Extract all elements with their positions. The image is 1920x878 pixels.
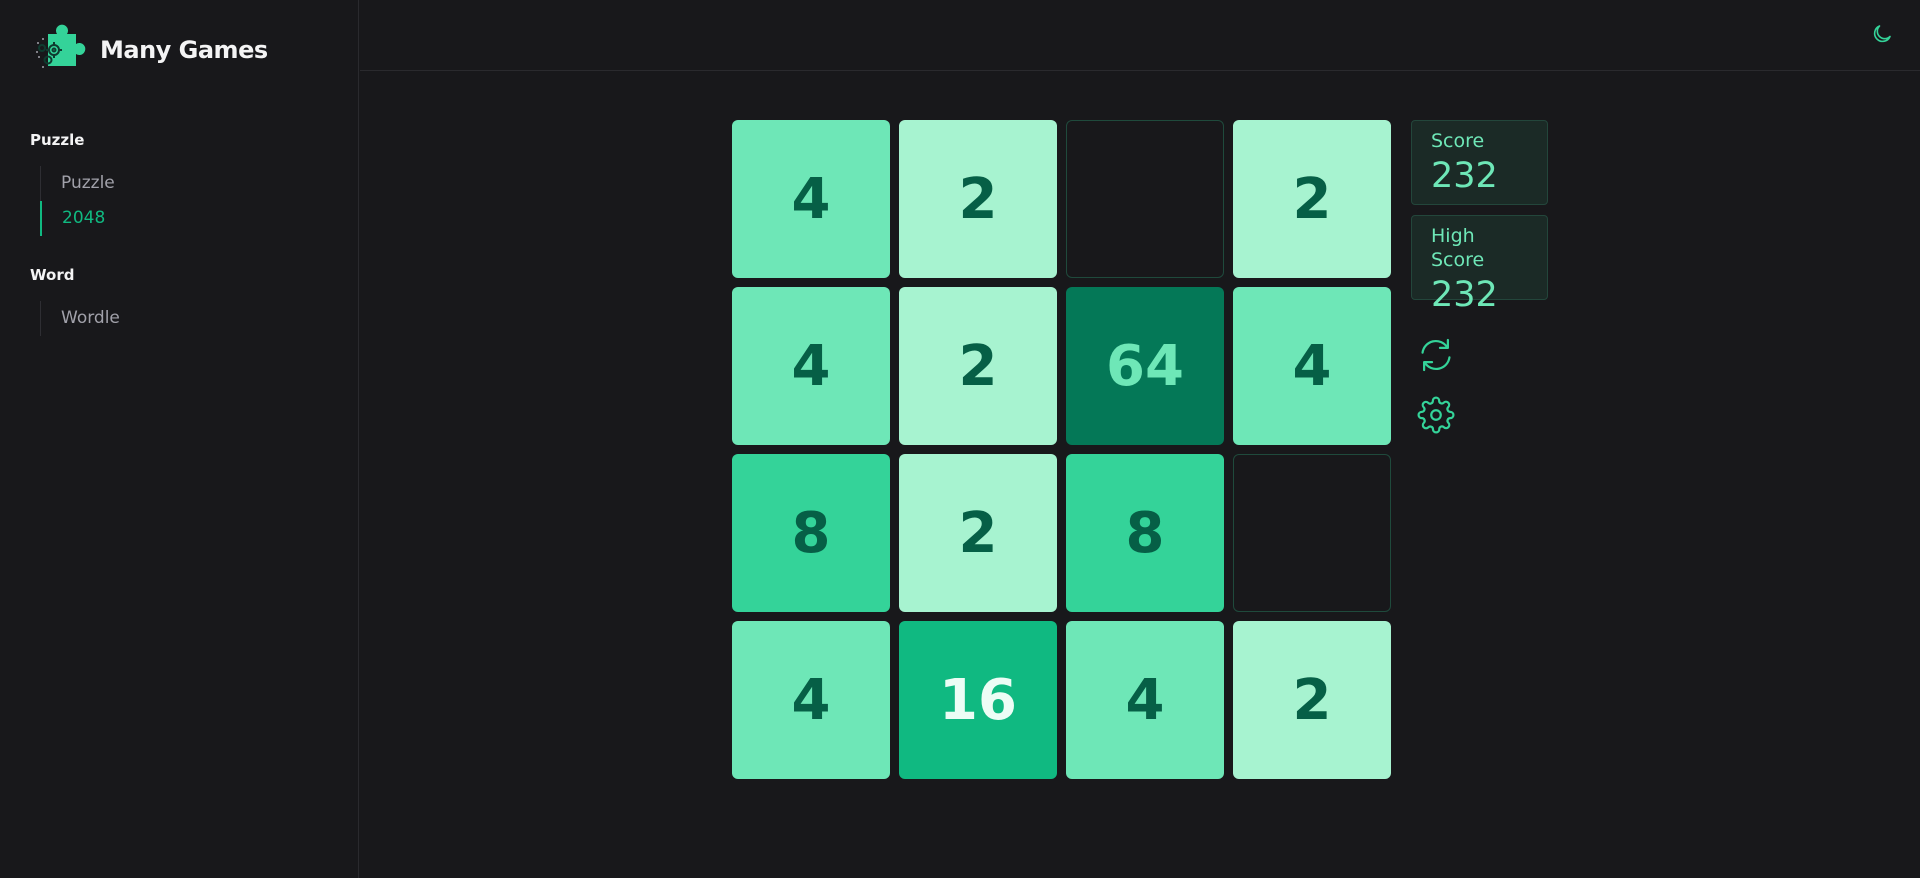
refresh-icon[interactable] (1417, 336, 1455, 374)
score-label: Score (1431, 130, 1485, 152)
tile: 4 (1233, 287, 1391, 445)
brand-title: Many Games (100, 36, 268, 64)
nav-section-word: Word (30, 266, 75, 284)
score-value: 232 (1431, 156, 1498, 196)
tile: 64 (1066, 287, 1224, 445)
high-score-value: 232 (1431, 275, 1498, 315)
nav-list-word: Wordle (40, 301, 120, 336)
tile: 4 (1066, 621, 1224, 779)
gear-icon[interactable] (1417, 396, 1455, 434)
high-score-label: High Score (1431, 225, 1485, 271)
brand[interactable]: Many Games (34, 24, 268, 76)
puzzle-gears-icon (34, 24, 88, 76)
tile: 16 (899, 621, 1057, 779)
nav-list-puzzle: Puzzle 2048 (40, 166, 115, 236)
nav-section-puzzle: Puzzle (30, 131, 85, 149)
tile: 2 (1233, 120, 1391, 278)
empty-cell (1066, 120, 1224, 278)
tile: 4 (732, 621, 890, 779)
high-score-box: High Score 232 (1411, 215, 1548, 315)
sidebar-item-wordle[interactable]: Wordle (40, 301, 120, 336)
tile: 2 (899, 287, 1057, 445)
tile: 4 (732, 287, 890, 445)
tile: 2 (899, 454, 1057, 612)
sidebar-item-puzzle[interactable]: Puzzle (40, 166, 115, 201)
sidebar-item-2048[interactable]: 2048 (40, 201, 115, 236)
tile: 2 (899, 120, 1057, 278)
moon-icon[interactable] (1870, 22, 1894, 46)
tile: 8 (1066, 454, 1224, 612)
tile: 2 (1233, 621, 1391, 779)
sidebar: Many Games Puzzle Puzzle 2048 Word Wordl… (0, 0, 359, 878)
score-box: Score 232 (1411, 120, 1548, 205)
tile: 4 (732, 120, 890, 278)
top-header (360, 0, 1920, 71)
game-board[interactable]: 4 2 2 4 2 64 4 8 2 8 4 16 4 2 (732, 120, 1391, 779)
tile: 8 (732, 454, 890, 612)
empty-cell (1233, 454, 1391, 612)
